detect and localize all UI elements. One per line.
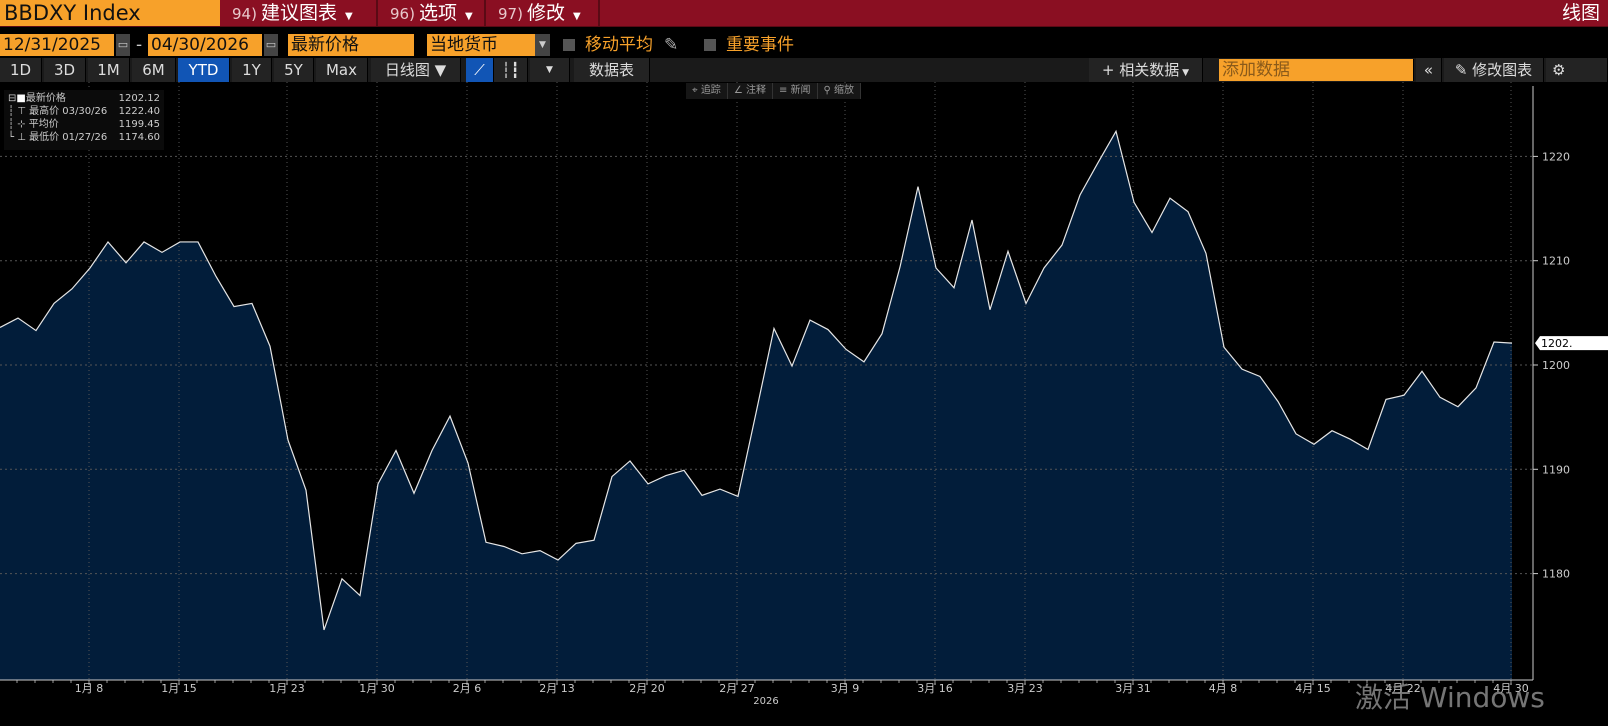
x-tick-label: 1月 15 <box>161 682 197 695</box>
key-events-label: 重要事件 <box>726 35 794 55</box>
y-tick-label: 1190 <box>1542 463 1570 476</box>
currency-select[interactable]: 当地货币 <box>427 34 535 56</box>
field-select[interactable]: 最新价格 <box>288 34 414 56</box>
menu-label: 建议图表 <box>260 2 337 24</box>
related-data-button[interactable]: + 相关数据 ▼ <box>1089 58 1203 82</box>
y-tick-label: 1200 <box>1542 359 1570 372</box>
legend-high: ┆ ⊤ 最高价 03/30/26 1222.40 <box>8 106 160 117</box>
menu-options[interactable]: 96) 选项 ▼ <box>380 0 486 26</box>
x-tick-label: 2月 27 <box>719 682 755 695</box>
crosshair-tool[interactable]: ⌖ 追踪 <box>686 83 728 99</box>
dropdown-arrow-icon[interactable]: ▼ <box>535 34 550 56</box>
add-data-input[interactable]: 添加数据 <box>1219 59 1414 81</box>
ticker-field[interactable]: BBDXY Index <box>0 0 220 26</box>
x-tick-label: 2月 6 <box>453 682 482 695</box>
x-tick-label: 1月 23 <box>269 682 305 695</box>
chart-type-dropdown-icon[interactable]: ▼ <box>530 58 570 82</box>
y-tick-label: 1220 <box>1542 150 1570 163</box>
frequency-select[interactable]: 日线图 ▼ <box>371 58 461 82</box>
menu-label: 选项 <box>418 2 457 24</box>
edit-chart-button[interactable]: ✎ 修改图表 <box>1444 58 1544 82</box>
start-date-input[interactable]: 12/31/2025 <box>0 34 114 56</box>
menu-number: 96) <box>390 5 415 23</box>
price-chart[interactable]: 1月 8 1月 15 1月 23 1月 30 2月 6 2月 13 2月 20 2月 27 3月… <box>0 82 1608 726</box>
title-bar: BBDXY Index 94) 建议图表 ▼ 96) 选项 ▼ 97) 修改 ▼ 线图 <box>0 0 1608 27</box>
x-year-label: 2026 <box>753 696 778 707</box>
controls-row: 12/31/2025 ▭ - 04/30/2026 ▭ 最新价格 当地货币 ▼ … <box>0 34 1608 58</box>
x-tick-label: 1月 8 <box>75 682 104 695</box>
data-table-button[interactable]: 数据表 <box>574 58 650 82</box>
x-tick-label: 3月 16 <box>917 682 953 695</box>
window-title: 线图 <box>1561 2 1600 24</box>
caret-down-icon: ▼ <box>1179 68 1190 78</box>
period-3d[interactable]: 3D <box>44 58 86 82</box>
legend-average: ┆ ⊹ 平均价 1199.45 <box>8 119 160 130</box>
plus-icon: + <box>1101 61 1120 79</box>
period-1y[interactable]: 1Y <box>232 58 272 82</box>
windows-activation-watermark: 激活 Windows <box>1355 681 1545 714</box>
moving-average-label: 移动平均 <box>585 35 653 55</box>
key-events-checkbox[interactable] <box>704 39 716 51</box>
menu-edit[interactable]: 97) 修改 ▼ <box>488 0 600 26</box>
zoom-tool[interactable]: ⚲ 缩放 <box>818 83 862 99</box>
period-6m[interactable]: 6M <box>132 58 176 82</box>
x-tick-label: 4月 8 <box>1209 682 1238 695</box>
price-area <box>0 131 1512 681</box>
news-tool[interactable]: ≡ 新闻 <box>773 83 818 99</box>
period-5y[interactable]: 5Y <box>274 58 314 82</box>
caret-down-icon: ▼ <box>572 11 581 22</box>
end-date-input[interactable]: 04/30/2026 <box>148 34 262 56</box>
pencil-icon: ✎ <box>1454 61 1473 79</box>
bar-chart-icon[interactable]: ┆┇ <box>494 58 528 82</box>
calendar-icon[interactable]: ▭ <box>264 34 278 56</box>
annotation-toolbar: ⌖ 追踪 ∠ 注释 ≡ 新闻 ⚲ 缩放 <box>686 83 862 99</box>
legend-last: ⊟■最新价格 1202.12 <box>8 93 160 104</box>
pencil-icon[interactable]: ✎ <box>664 34 678 56</box>
x-tick-label: 3月 23 <box>1007 682 1043 695</box>
menu-number: 94) <box>232 5 257 23</box>
calendar-icon[interactable]: ▭ <box>116 34 130 56</box>
period-1m[interactable]: 1M <box>88 58 130 82</box>
caret-down-icon: ▼ <box>344 11 353 22</box>
menu-number: 97) <box>498 5 523 23</box>
legend: ⊟■最新价格 1202.12 ┆ ⊤ 最高价 03/30/26 1222.40 ┆ … <box>4 90 164 150</box>
x-tick-label: 2月 20 <box>629 682 665 695</box>
menu-suggested-charts[interactable]: 94) 建议图表 ▼ <box>222 0 378 26</box>
related-data-label: 相关数据 <box>1119 61 1180 79</box>
gear-icon[interactable]: ⚙ <box>1546 58 1608 82</box>
y-tick-label: 1210 <box>1542 255 1570 268</box>
legend-low: └ ⊥ 最低价 01/27/26 1174.60 <box>8 132 160 143</box>
x-tick-label: 4月 15 <box>1295 682 1331 695</box>
period-ytd[interactable]: YTD <box>178 58 230 82</box>
annotate-tool[interactable]: ∠ 注释 <box>728 83 773 99</box>
x-tick-label: 1月 30 <box>359 682 395 695</box>
menu-label: 修改 <box>526 2 565 24</box>
moving-average-checkbox[interactable] <box>563 39 575 51</box>
period-max[interactable]: Max <box>316 58 368 82</box>
x-tick-label: 3月 31 <box>1115 682 1151 695</box>
period-1d[interactable]: 1D <box>0 58 42 82</box>
y-tick-label: 1180 <box>1542 568 1570 581</box>
caret-down-icon: ▼ <box>464 11 473 22</box>
x-tick-label: 3月 9 <box>831 682 860 695</box>
collapse-icon[interactable]: « <box>1416 58 1442 82</box>
date-separator: - <box>136 35 143 55</box>
toolbar: 1D 3D 1M 6M YTD 1Y 5Y Max 日线图 ▼ ⟋ ┆┇ ▼ 数据表 + 相关… <box>0 58 1608 82</box>
x-tick-label: 2月 13 <box>539 682 575 695</box>
edit-chart-label: 修改图表 <box>1472 61 1533 79</box>
last-price-label: 1202. <box>1541 337 1573 350</box>
line-chart-icon[interactable]: ⟋ <box>466 58 494 82</box>
